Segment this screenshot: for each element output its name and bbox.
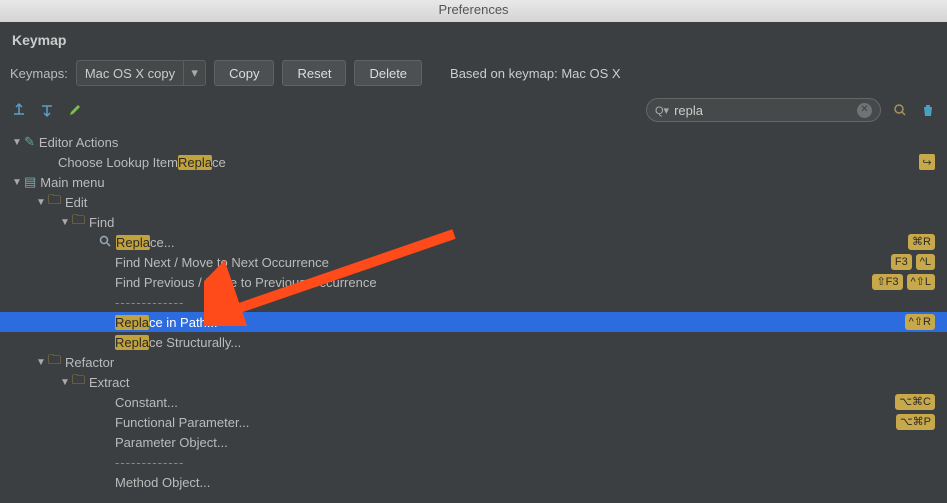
tree-node-editor-actions[interactable]: ▼ ✎ Editor Actions xyxy=(0,132,947,152)
disclosure-icon: ▼ xyxy=(34,357,48,368)
tree-label: Find Previous / Move to Previous Occurre… xyxy=(115,275,377,290)
tree-item-replace-structurally[interactable]: Replace Structurally... xyxy=(0,332,947,352)
reset-button[interactable]: Reset xyxy=(282,60,346,86)
folder-icon: 🗀 xyxy=(48,191,61,213)
keymap-toolbar: Keymaps: Mac OS X copy ▾ Copy Reset Dele… xyxy=(0,52,947,96)
keymap-select-value: Mac OS X copy xyxy=(77,66,183,81)
disclosure-icon: ▼ xyxy=(10,177,24,188)
tree-label: Constant... xyxy=(115,395,178,410)
tree-item-func-param[interactable]: Functional Parameter... ⌥⌘P xyxy=(0,412,947,432)
keymap-select[interactable]: Mac OS X copy ▾ xyxy=(76,60,206,86)
shortcut-badge: ^⇧L xyxy=(907,274,936,290)
separator-label: ------------- xyxy=(115,295,184,310)
tree-item-replace-in-path[interactable]: Replace in Path... ^⇧R xyxy=(0,312,947,332)
edit-icon[interactable] xyxy=(66,101,84,119)
collapse-all-icon[interactable] xyxy=(38,101,56,119)
tree-label: Refactor xyxy=(65,355,114,370)
match-highlight: Repla xyxy=(178,155,212,170)
tree-item-replace[interactable]: Replace... ⌘R xyxy=(0,232,947,252)
disclosure-icon: ▼ xyxy=(10,137,24,148)
folder-icon: 🗀 xyxy=(72,371,85,393)
tree-item-method-obj[interactable]: Method Object... xyxy=(0,472,947,492)
window-title: Preferences xyxy=(438,2,508,17)
delete-button[interactable]: Delete xyxy=(354,60,422,86)
disclosure-icon: ▼ xyxy=(58,377,72,388)
disclosure-icon: ▼ xyxy=(58,217,72,228)
tree-item-find-prev[interactable]: Find Previous / Move to Previous Occurre… xyxy=(0,272,947,292)
separator-label: ------------- xyxy=(115,455,184,470)
tree-label: Extract xyxy=(89,375,129,390)
chevron-down-icon: ▾ xyxy=(183,61,205,85)
tree-label-post: ce Structurally... xyxy=(149,335,241,350)
tree-label: Find Next / Move to Next Occurrence xyxy=(115,255,329,270)
window-titlebar: Preferences xyxy=(0,0,947,22)
folder-icon: 🗀 xyxy=(48,351,61,373)
tree-separator: ------------- xyxy=(0,452,947,472)
tree-label-pre: Choose Lookup Item xyxy=(58,155,178,170)
tree-item-param-obj[interactable]: Parameter Object... xyxy=(0,432,947,452)
tree-node-main-menu[interactable]: ▼ ▤ Main menu xyxy=(0,172,947,192)
keymaps-label: Keymaps: xyxy=(10,66,68,81)
shortcut-badge: ⌥⌘P xyxy=(896,414,935,430)
tree-label: Main menu xyxy=(40,175,104,190)
based-on-label: Based on keymap: Mac OS X xyxy=(450,66,621,81)
match-highlight: Repla xyxy=(115,315,149,330)
shortcut-badge: ⌘R xyxy=(908,234,935,250)
find-icon xyxy=(98,234,112,251)
tree-label-post: ce in Path... xyxy=(149,315,218,330)
tree-label-post: ce xyxy=(212,155,226,170)
match-highlight: Repla xyxy=(116,235,150,250)
copy-button[interactable]: Copy xyxy=(214,60,274,86)
menu-icon: ▤ xyxy=(24,174,36,190)
tree-label: Parameter Object... xyxy=(115,435,228,450)
expand-all-icon[interactable] xyxy=(10,101,28,119)
tree-item-choose-lookup[interactable]: Choose Lookup Item Replace ↪ xyxy=(0,152,947,172)
find-shortcut-icon[interactable] xyxy=(891,101,909,119)
tree-label-post: ce... xyxy=(150,235,175,250)
tree-label: Functional Parameter... xyxy=(115,415,249,430)
tree-node-find[interactable]: ▼ 🗀 Find xyxy=(0,212,947,232)
disclosure-icon: ▼ xyxy=(34,197,48,208)
match-highlight: Repla xyxy=(115,335,149,350)
keymap-tree: ▼ ✎ Editor Actions Choose Lookup Item Re… xyxy=(0,132,947,492)
tree-label: Editor Actions xyxy=(39,135,119,150)
tree-item-constant[interactable]: Constant... ⌥⌘C xyxy=(0,392,947,412)
tree-node-refactor[interactable]: ▼ 🗀 Refactor xyxy=(0,352,947,372)
tree-label: Method Object... xyxy=(115,475,210,490)
editor-actions-icon: ✎ xyxy=(24,134,35,150)
tree-node-extract[interactable]: ▼ 🗀 Extract xyxy=(0,372,947,392)
exit-icon: ↪ xyxy=(919,154,935,170)
tree-separator: ------------- xyxy=(0,292,947,312)
shortcut-badge: ^⇧R xyxy=(905,314,935,330)
panel-title: Keymap xyxy=(0,22,947,52)
search-field[interactable] xyxy=(674,103,852,118)
folder-icon: 🗀 xyxy=(72,211,85,233)
tree-label: Find xyxy=(89,215,114,230)
tree-toolbar: Q▾ ✕ xyxy=(0,96,947,128)
shortcut-badge: ⇧F3 xyxy=(872,274,902,290)
shortcut-badge: ^L xyxy=(916,254,935,270)
trash-icon[interactable] xyxy=(919,101,937,119)
search-icon: Q▾ xyxy=(655,104,669,117)
shortcut-badge: ⌥⌘C xyxy=(895,394,935,410)
tree-node-edit[interactable]: ▼ 🗀 Edit xyxy=(0,192,947,212)
tree-label: Edit xyxy=(65,195,87,210)
shortcut-badge: F3 xyxy=(891,254,912,270)
clear-icon[interactable]: ✕ xyxy=(857,103,872,118)
tree-item-find-next[interactable]: Find Next / Move to Next Occurrence F3 ^… xyxy=(0,252,947,272)
search-input[interactable]: Q▾ ✕ xyxy=(646,98,881,122)
